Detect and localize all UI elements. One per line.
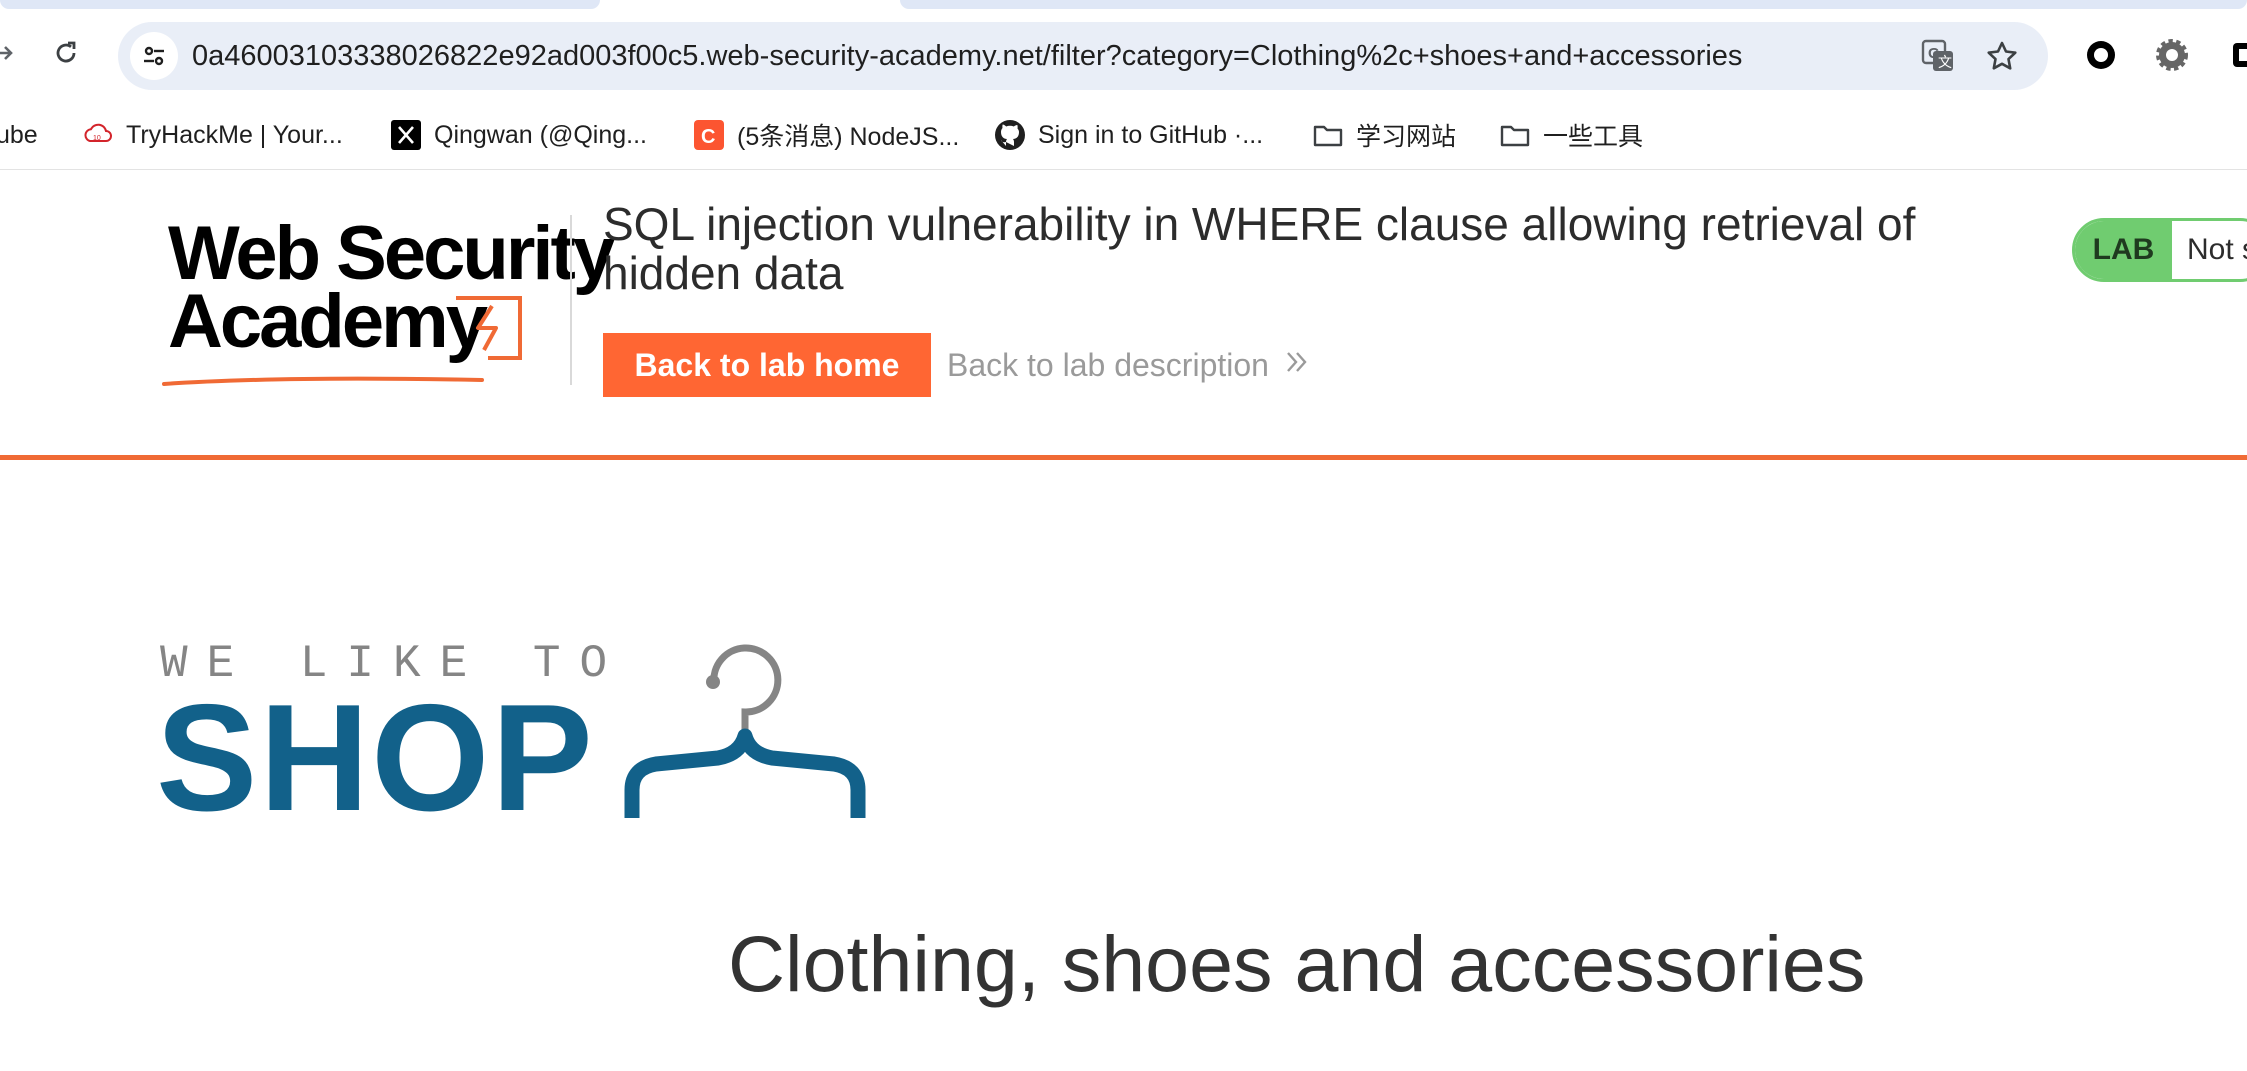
bookmark-label: (5条消息) NodeJS... — [737, 123, 960, 151]
shop-logo-title: SHOP — [156, 673, 595, 843]
gear-extension-icon[interactable] — [2152, 35, 2192, 75]
bookmark-label: 学习网站 — [1356, 123, 1457, 151]
logo-line-2: Academy — [168, 279, 488, 364]
bookmark-label: Sign in to GitHub ·... — [1038, 120, 1264, 149]
x-icon — [390, 119, 422, 151]
lab-status-badge: LAB Not solved — [2072, 218, 2247, 282]
csdn-icon: C — [693, 119, 725, 151]
svg-text:C: C — [701, 126, 715, 148]
translate-icon[interactable]: G文 — [1918, 36, 1958, 76]
academy-header: Web Security Academy SQL injection vulne… — [0, 170, 2247, 460]
url-text[interactable]: 0a46003103338026822e92ad003f00c5.web-sec… — [192, 22, 1742, 90]
bookmark-folder[interactable]: 一些工具 — [1499, 101, 1643, 169]
header-orange-rule — [0, 455, 2247, 460]
bookmark-item[interactable]: Qingwan (@Qing... — [390, 101, 647, 169]
back-to-lab-description-link[interactable]: Back to lab description — [947, 333, 1311, 397]
svg-text:10: 10 — [93, 135, 101, 142]
logo-underline-swoosh — [162, 376, 484, 386]
tryhackme-icon: 10 — [82, 119, 114, 151]
address-bar[interactable]: 0a46003103338026822e92ad003f00c5.web-sec… — [118, 22, 2048, 90]
folder-icon — [1312, 119, 1344, 151]
bookmark-item[interactable]: C (5条消息) NodeJS... — [693, 101, 959, 169]
site-info-icon[interactable] — [130, 32, 178, 80]
reload-icon[interactable] — [46, 33, 86, 73]
logo-lightning-icon — [456, 296, 522, 360]
bookmark-label: 一些工具 — [1543, 123, 1644, 151]
tab-strip — [0, 0, 2247, 9]
hanger-icon — [624, 644, 866, 818]
header-divider — [570, 215, 572, 385]
partial-extension-icon[interactable] — [2226, 35, 2247, 75]
bookmark-label: ube — [0, 120, 38, 149]
bookmark-label: Qingwan (@Qing... — [434, 120, 647, 149]
lab-badge-label: LAB — [2075, 221, 2172, 279]
bookmark-item[interactable]: 10 TryHackMe | Your... — [82, 101, 343, 169]
web-security-academy-logo[interactable]: Web Security Academy — [162, 210, 615, 400]
bookmark-item[interactable]: ube — [0, 101, 38, 169]
inactive-tab[interactable] — [900, 0, 2247, 9]
svg-text:文: 文 — [1938, 54, 1952, 70]
bookmark-star-icon[interactable] — [1982, 36, 2022, 76]
bookmark-item[interactable]: Sign in to GitHub ·... — [994, 101, 1263, 169]
inactive-tab[interactable] — [0, 0, 600, 9]
lab-status-text: Not solved — [2187, 233, 2247, 266]
bookmark-label: TryHackMe | Your... — [126, 120, 343, 149]
github-icon — [994, 119, 1026, 151]
back-to-lab-description-label: Back to lab description — [947, 347, 1269, 383]
lab-title: SQL injection vulnerability in WHERE cla… — [603, 198, 1916, 299]
category-heading: Clothing, shoes and accessories — [728, 919, 1866, 1008]
forward-icon[interactable] — [0, 33, 24, 73]
folder-icon — [1499, 119, 1531, 151]
back-to-lab-home-button[interactable]: Back to lab home — [603, 333, 931, 397]
bookmarks-bar: ube 10 TryHackMe | Your... Qingwan (@Qin… — [0, 101, 2247, 170]
browser-toolbar: 0a46003103338026822e92ad003f00c5.web-sec… — [0, 9, 2247, 101]
bookmark-folder[interactable]: 学习网站 — [1312, 101, 1456, 169]
double-chevron-right-icon — [1283, 333, 1311, 397]
circle-extension-icon[interactable] — [2081, 35, 2121, 75]
